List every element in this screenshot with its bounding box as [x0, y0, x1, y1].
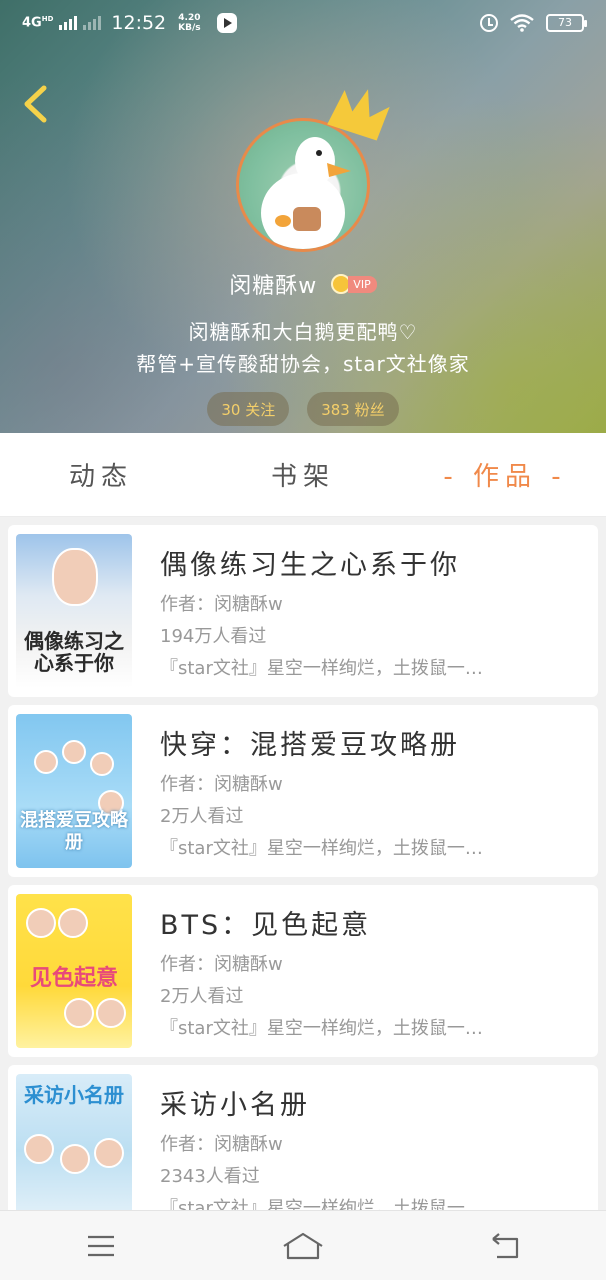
nickname-row: 闵糖酥w VIP — [0, 268, 606, 300]
book-cover: 见色起意 — [16, 894, 132, 1048]
tab-works[interactable]: - 作品 - — [404, 456, 606, 493]
profile-header: 4GHD 12:52 4.20 KB/s 73 闵糖酥w VIP 闵糖酥和大白鹅… — [0, 0, 606, 433]
tab-bar: 动态 书架 - 作品 - — [0, 433, 606, 517]
vip-badge[interactable]: VIP — [331, 273, 377, 295]
battery-icon: 73 — [546, 14, 587, 32]
menu-icon — [88, 1235, 114, 1256]
bio-line-2: 帮管+宣传酸甜协会，star文社像家 — [136, 352, 470, 376]
nickname: 闵糖酥w — [229, 274, 318, 299]
network-label: 4GHD — [22, 15, 54, 31]
book-cover: 采访小名册 — [16, 1074, 132, 1210]
menu-button[interactable] — [71, 1221, 131, 1271]
signal-icon — [59, 16, 78, 30]
return-button[interactable] — [475, 1221, 535, 1271]
vip-label: VIP — [348, 275, 377, 293]
cover-title: 采访小名册 — [24, 1083, 124, 1107]
avatar[interactable] — [236, 89, 390, 252]
back-return-icon — [492, 1232, 519, 1258]
home-icon — [283, 1232, 323, 1259]
work-description: 『star文社』星空一样绚烂，土拨鼠一… — [160, 657, 483, 679]
alarm-icon — [480, 14, 498, 32]
cover-title: 偶像练习之心系于你 — [24, 629, 124, 675]
following-button[interactable]: 30 关注 — [207, 392, 290, 426]
work-description: 『star文社』星空一样绚烂，土拨鼠一… — [160, 1017, 483, 1039]
work-author: 作者：闵糖酥w — [160, 773, 283, 795]
work-item[interactable]: 采访小名册 采访小名册 作者：闵糖酥w 2343人看过 『star文社』星空一样… — [8, 1065, 598, 1210]
status-bar: 4GHD 12:52 4.20 KB/s 73 — [0, 0, 606, 46]
work-views: 194万人看过 — [160, 625, 267, 647]
work-author: 作者：闵糖酥w — [160, 1133, 283, 1155]
network-speed: 4.20 KB/s — [178, 13, 201, 33]
work-item[interactable]: 混搭爱豆攻略册 快穿：混搭爱豆攻略册 作者：闵糖酥w 2万人看过 『star文社… — [8, 705, 598, 877]
work-title: 快穿：混搭爱豆攻略册 — [160, 729, 460, 761]
followers-button[interactable]: 383 粉丝 — [307, 392, 399, 426]
tab-activity[interactable]: 动态 — [0, 456, 202, 493]
bio-line-1: 闵糖酥和大白鹅更配鸭♡ — [188, 320, 418, 344]
home-button[interactable] — [273, 1221, 333, 1271]
stats-row: 30 关注 383 粉丝 — [0, 392, 606, 426]
cover-title: 见色起意 — [29, 966, 118, 991]
work-item[interactable]: 偶像练习之心系于你 偶像练习生之心系于你 作者：闵糖酥w 194万人看过 『st… — [8, 525, 598, 697]
wifi-icon — [510, 14, 534, 32]
cover-title: 混搭爱豆攻略册 — [20, 810, 128, 853]
work-description: 『star文社』星空一样绚烂，土拨鼠一… — [160, 1197, 483, 1211]
back-button[interactable] — [18, 84, 52, 124]
work-description: 『star文社』星空一样绚烂，土拨鼠一… — [160, 837, 483, 859]
work-author: 作者：闵糖酥w — [160, 953, 283, 975]
media-play-icon — [216, 13, 237, 33]
book-cover: 混搭爱豆攻略册 — [16, 714, 132, 868]
book-cover: 偶像练习之心系于你 — [16, 534, 132, 688]
work-title: 采访小名册 — [160, 1089, 310, 1121]
work-title: BTS：见色起意 — [160, 909, 372, 941]
tab-bookshelf[interactable]: 书架 — [202, 456, 404, 493]
work-views: 2万人看过 — [160, 805, 244, 827]
chevron-left-icon — [24, 85, 47, 123]
work-item[interactable]: 见色起意 BTS：见色起意 作者：闵糖酥w 2万人看过 『star文社』星空一样… — [8, 885, 598, 1057]
system-nav-bar — [0, 1210, 606, 1280]
works-list: 偶像练习之心系于你 偶像练习生之心系于你 作者：闵糖酥w 194万人看过 『st… — [0, 517, 606, 1210]
work-title: 偶像练习生之心系于你 — [160, 549, 460, 581]
signal-secondary-icon — [83, 16, 102, 30]
work-author: 作者：闵糖酥w — [160, 593, 283, 615]
clock: 12:52 — [111, 12, 167, 34]
work-views: 2343人看过 — [160, 1165, 260, 1187]
work-views: 2万人看过 — [160, 985, 244, 1007]
